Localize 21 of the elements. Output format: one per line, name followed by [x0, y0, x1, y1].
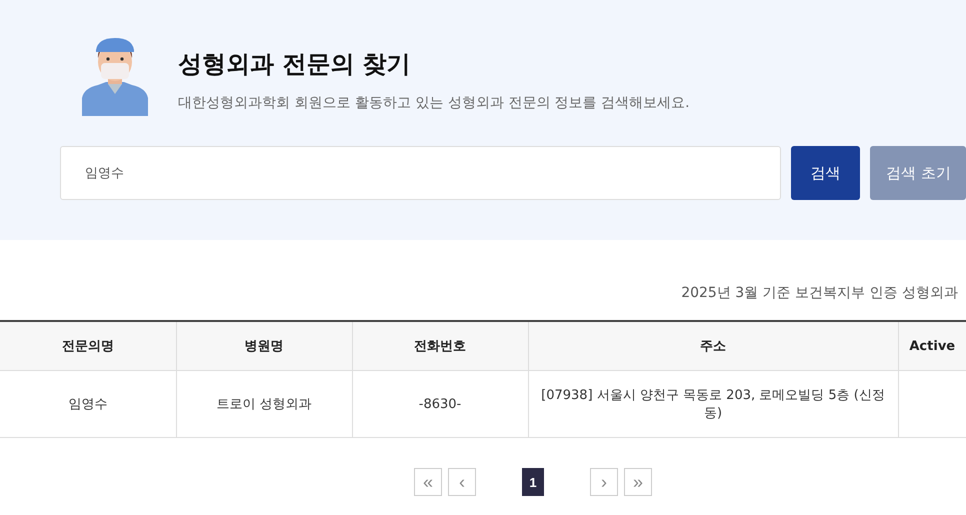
page-button[interactable]: 1: [522, 468, 544, 496]
reset-button[interactable]: 검색 초기: [870, 146, 966, 200]
doctor-avatar-icon: [80, 38, 150, 116]
column-header: 전화번호: [352, 321, 528, 370]
last-page-button[interactable]: »: [624, 468, 652, 496]
next-page-button[interactable]: ›: [590, 468, 618, 496]
first-page-button[interactable]: «: [414, 468, 442, 496]
page-description: 대한성형외과학회 회원으로 활동하고 있는 성형외과 전문의 정보를 검색해보세요.: [178, 94, 690, 112]
table-cell: -8630-: [352, 370, 528, 438]
column-header: 병원명: [176, 321, 352, 370]
previous-page-button[interactable]: ‹: [448, 468, 476, 496]
page-title: 성형외과 전문의 찾기: [178, 49, 412, 80]
column-header: 전문의명: [0, 321, 176, 370]
search-button[interactable]: 검색: [791, 146, 860, 200]
table-cell: 임영수: [0, 370, 176, 438]
notice-text: 2025년 3월 기준 보건복지부 인증 성형외과: [680, 284, 958, 302]
column-header: 주소: [528, 321, 898, 370]
table-cell: 트로이 성형외과: [176, 370, 352, 438]
column-header: Active: [898, 321, 966, 370]
search-field[interactable]: 임영수: [60, 146, 781, 200]
table-cell: [07938] 서울시 양천구 목동로 203, 로메오빌딩 5층 (신정동): [528, 370, 898, 438]
